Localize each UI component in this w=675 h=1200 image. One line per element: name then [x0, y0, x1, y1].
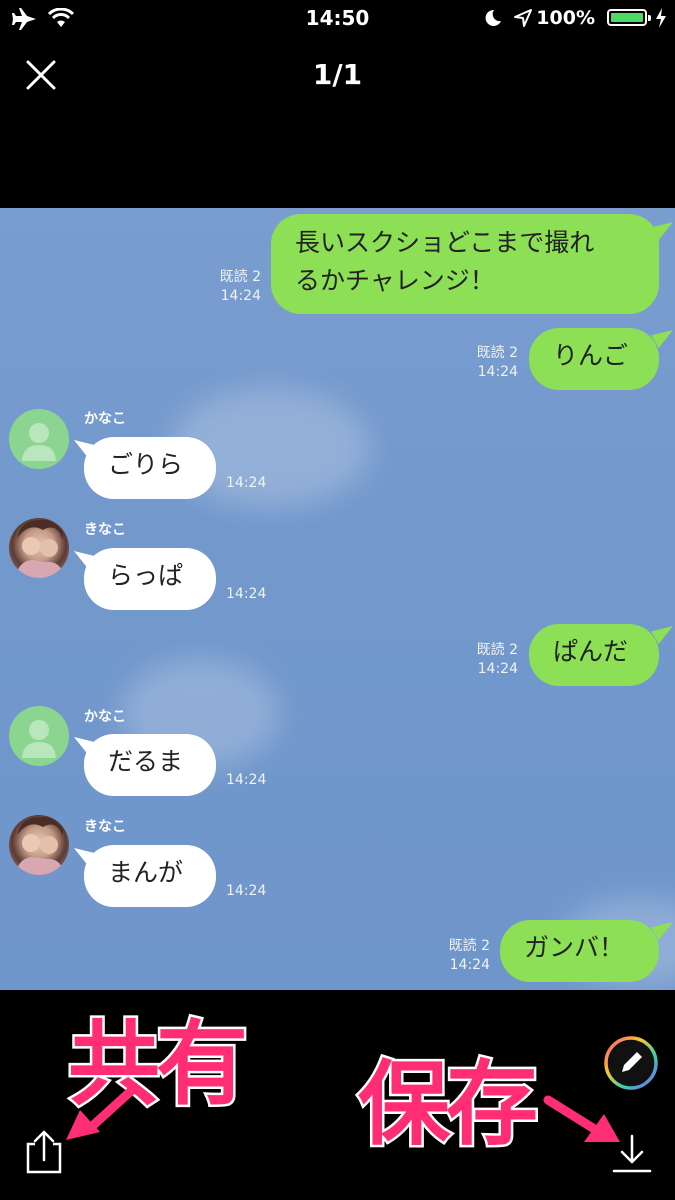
sender-name: きなこ: [84, 522, 126, 538]
message-time: 14:24: [226, 772, 267, 788]
profile-photo: [15, 816, 65, 875]
message-bubble[interactable]: ガンバ！: [500, 920, 659, 982]
profile-photo: [15, 519, 65, 578]
message-time: 14:24: [226, 586, 267, 602]
battery-percent: 100%: [536, 7, 595, 29]
chat-screenshot: 既読 2 14:24 長いスクショどこまで撮れ るかチャレンジ！ 既読 2 14:2…: [0, 208, 675, 990]
share-icon[interactable]: [25, 1130, 63, 1174]
message-meta: 既読 2 14:24: [448, 938, 490, 973]
message-bubble[interactable]: らっぱ: [84, 548, 216, 610]
message-bubble[interactable]: 長いスクショどこまで撮れ るかチャレンジ！: [271, 214, 659, 314]
pencil-icon[interactable]: [603, 1035, 659, 1091]
avatar[interactable]: [9, 409, 69, 469]
message-meta: 既読 2 14:24: [476, 345, 518, 380]
message-meta: 既読 2 14:24: [219, 269, 261, 304]
battery-icon: [607, 9, 651, 26]
moon-icon: [485, 9, 501, 26]
message-time: 14:24: [226, 475, 267, 491]
annotation-arrows: [66, 1085, 620, 1142]
page-indicator: 1/1: [312, 58, 363, 91]
sender-name: きなこ: [84, 819, 126, 835]
default-avatar-icon: [22, 720, 56, 758]
battery-fill: [611, 13, 643, 22]
message-time: 14:24: [226, 883, 267, 899]
sender-name: かなこ: [84, 411, 126, 427]
avatar[interactable]: [9, 518, 69, 578]
status-bar: 14:50 100%: [0, 0, 675, 38]
message-meta: 既読 2 14:24: [476, 642, 518, 677]
download-icon[interactable]: [612, 1134, 652, 1174]
avatar[interactable]: [9, 815, 69, 875]
message-bubble[interactable]: まんが: [84, 845, 216, 907]
default-avatar-icon: [22, 423, 56, 461]
charging-icon: [656, 8, 666, 28]
message-bubble[interactable]: だるま: [84, 734, 216, 796]
avatar[interactable]: [9, 706, 69, 766]
message-bubble[interactable]: りんご: [529, 328, 659, 390]
location-icon: [514, 9, 532, 27]
message-bubble[interactable]: ぱんだ: [529, 624, 659, 686]
sender-name: かなこ: [84, 709, 126, 725]
message-bubble[interactable]: ごりら: [84, 437, 216, 499]
